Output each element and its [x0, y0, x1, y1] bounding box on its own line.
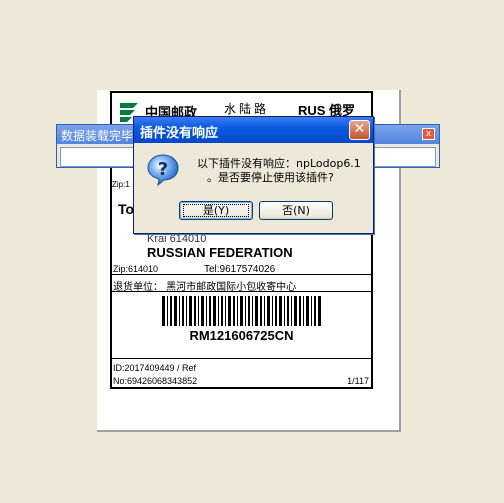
focus-ring: [183, 204, 249, 217]
yes-button[interactable]: 是(Y): [179, 201, 253, 220]
dialog-title-bar[interactable]: 插件没有响应 ✕: [134, 117, 373, 143]
no-button[interactable]: 否(N): [259, 201, 333, 220]
plugin-not-responding-dialog: 插件没有响应 ✕ ? 以下插件没有响应：npLodop6.1 。是否要停止使用该…: [133, 116, 374, 234]
close-button[interactable]: ✕: [349, 120, 370, 140]
divider: [112, 358, 371, 359]
zip-code: Zip:614010: [113, 264, 159, 274]
divider: [112, 274, 371, 275]
dialog-message-line2: 。是否要停止使用该插件?: [207, 171, 334, 184]
dialog-body: ? 以下插件没有响应：npLodop6.1 。是否要停止使用该插件? 是(Y) …: [137, 143, 370, 230]
page-counter: 1/117: [347, 376, 369, 386]
destination-country: RUSSIAN FEDERATION: [147, 245, 293, 260]
to-prefix: To: [118, 201, 135, 217]
barcode: [162, 296, 321, 326]
no-button-label: 否(N): [282, 204, 310, 217]
reference-id: ID:2017409449 / Ref: [113, 363, 197, 373]
question-icon: ?: [147, 154, 179, 187]
svg-text:?: ?: [158, 159, 168, 180]
zip-partial: Zip:1: [112, 180, 130, 189]
region-line: Krai 614010: [147, 233, 207, 245]
service-type: 水陆路: [224, 102, 270, 116]
divider: [112, 291, 371, 292]
window-title: 数据装载完毕: [61, 129, 134, 143]
tracking-number: RM121606725CN: [189, 328, 294, 343]
dialog-title: 插件没有响应: [140, 126, 219, 141]
order-number: No:69426068343852: [113, 376, 198, 386]
close-button[interactable]: x: [422, 128, 435, 140]
